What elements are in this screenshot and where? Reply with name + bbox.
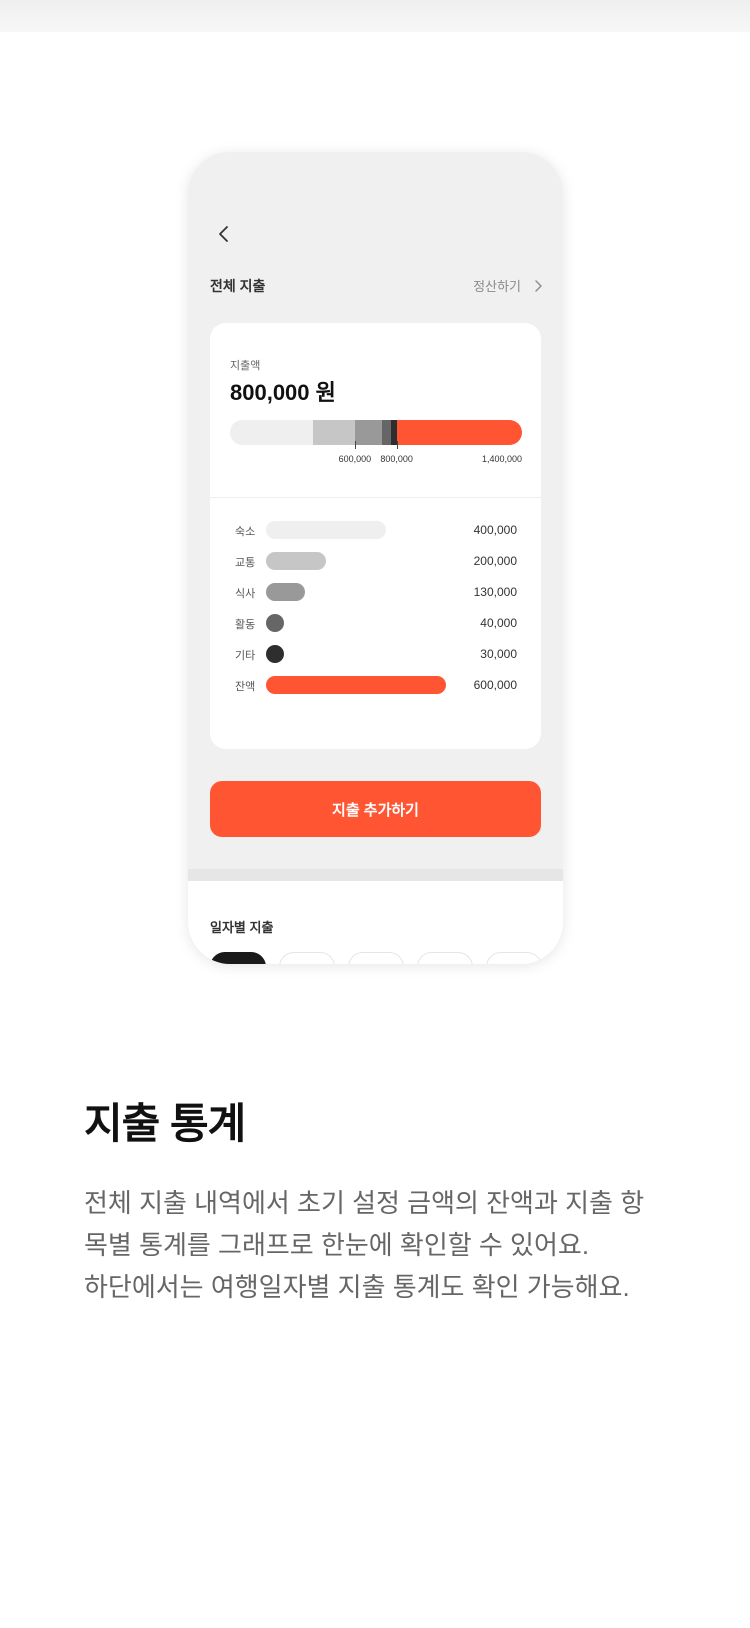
tick-label: 600,000 bbox=[338, 454, 372, 464]
category-row: 잔액 600,000 bbox=[235, 675, 517, 695]
category-amount: 130,000 bbox=[473, 585, 517, 599]
description-line: 목별 통계를 그래프로 한눈에 확인할 수 있어요. bbox=[84, 1230, 590, 1260]
add-expense-button[interactable]: 지출 추가하기 bbox=[210, 781, 541, 837]
bar-segment bbox=[382, 420, 391, 445]
category-amount: 400,000 bbox=[473, 523, 517, 537]
feature-description: 전체 지출 내역에서 초기 설정 금액의 잔액과 지출 항 목별 통계를 그래프… bbox=[84, 1182, 684, 1308]
phone-mockup: 전체 지출 정산하기 지출액 800,000 원 600,000 800,000 1… bbox=[188, 152, 563, 964]
day-chip[interactable] bbox=[486, 952, 542, 964]
settle-link[interactable]: 정산하기 bbox=[473, 276, 543, 295]
total-expense-title: 전체 지출 bbox=[210, 278, 266, 294]
chevron-left-icon bbox=[219, 226, 228, 242]
back-button[interactable] bbox=[212, 222, 236, 246]
category-amount: 200,000 bbox=[473, 554, 517, 568]
category-name: 숙소 bbox=[235, 526, 256, 538]
category-row: 숙소 400,000 bbox=[235, 520, 517, 540]
expense-summary-card: 지출액 800,000 원 600,000 800,000 1,400,000 숙소… bbox=[210, 323, 541, 749]
category-row: 기타 30,000 bbox=[235, 644, 517, 664]
description-line: 전체 지출 내역에서 초기 설정 금액의 잔액과 지출 항 bbox=[84, 1188, 645, 1218]
tick-label: 800,000 bbox=[380, 454, 413, 464]
category-row: 식사 130,000 bbox=[235, 582, 517, 602]
category-amount: 600,000 bbox=[473, 678, 517, 692]
description-line: 하단에서는 여행일자별 지출 통계도 확인 가능해요. bbox=[84, 1272, 630, 1302]
category-row: 활동 40,000 bbox=[235, 613, 517, 633]
day-chip[interactable] bbox=[279, 952, 335, 964]
section-gap bbox=[188, 869, 563, 881]
card-divider bbox=[210, 497, 541, 498]
tick-label: 1,400,000 bbox=[482, 454, 523, 464]
category-name: 활동 bbox=[235, 619, 256, 631]
feature-title: 지출 통계 bbox=[84, 1100, 246, 1147]
stacked-expense-bar bbox=[230, 420, 522, 445]
day-chip[interactable] bbox=[417, 952, 473, 964]
category-row: 교통 200,000 bbox=[235, 551, 517, 571]
category-bar bbox=[266, 552, 326, 570]
day-chip[interactable] bbox=[348, 952, 404, 964]
amount-label: 지출액 bbox=[230, 360, 261, 372]
category-name: 잔액 bbox=[235, 681, 256, 693]
bar-segment bbox=[230, 420, 314, 445]
category-amount: 40,000 bbox=[480, 616, 517, 630]
bar-segment bbox=[396, 420, 522, 445]
category-bar bbox=[266, 614, 284, 632]
category-bar bbox=[266, 676, 446, 694]
category-name: 교통 bbox=[235, 557, 256, 569]
category-bar bbox=[266, 583, 305, 601]
category-bar bbox=[266, 645, 284, 663]
category-bar bbox=[266, 521, 386, 539]
bar-segment bbox=[313, 420, 356, 445]
tick-mark bbox=[355, 441, 357, 449]
category-amount: 30,000 bbox=[480, 647, 517, 661]
daily-expense-title: 일자별 지출 bbox=[210, 920, 274, 935]
tick-mark bbox=[396, 441, 398, 449]
day-chip-active[interactable] bbox=[210, 952, 266, 964]
category-name: 식사 bbox=[235, 588, 256, 600]
chevron-right-icon bbox=[535, 279, 542, 292]
amount-value: 800,000 원 bbox=[230, 380, 336, 405]
settle-label: 정산하기 bbox=[473, 279, 521, 294]
category-name: 기타 bbox=[235, 650, 256, 662]
bar-segment bbox=[355, 420, 383, 445]
top-strip bbox=[0, 0, 750, 32]
